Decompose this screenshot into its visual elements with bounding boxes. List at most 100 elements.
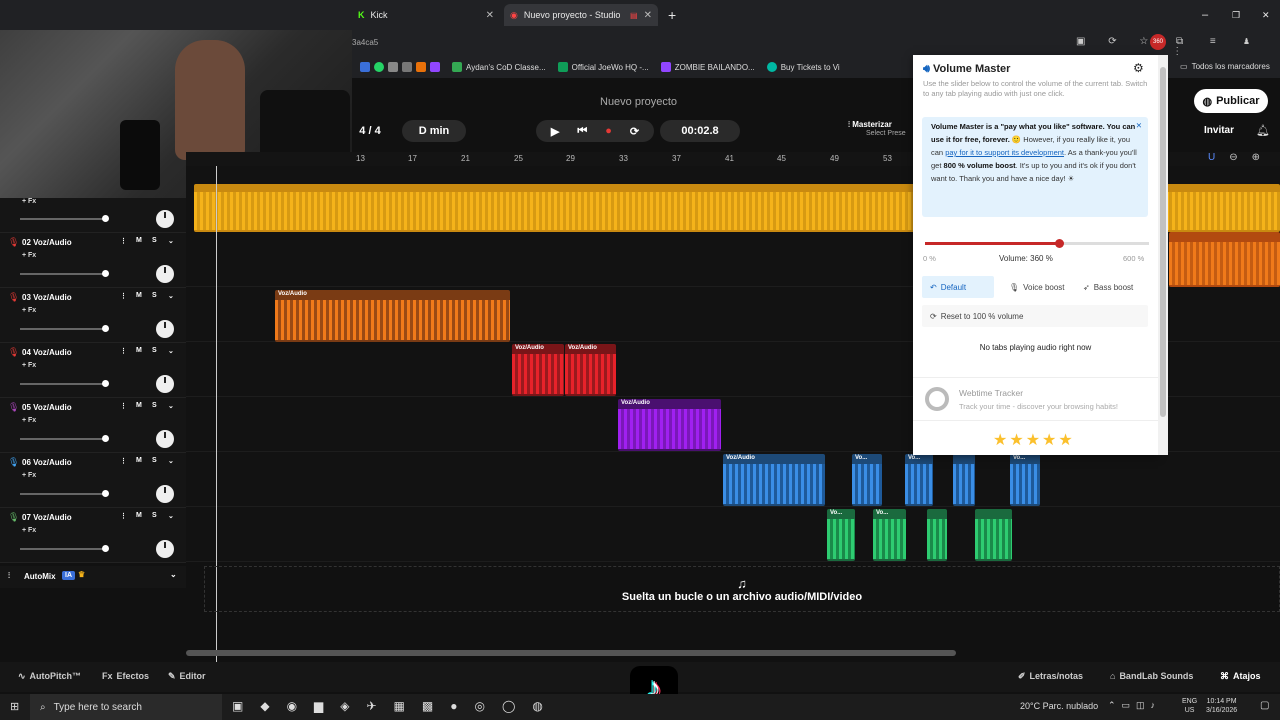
editor-button[interactable]: ✎ Editor (168, 671, 206, 682)
weather-widget[interactable]: 20°C Parc. nublado (1020, 701, 1098, 711)
lyrics-button[interactable]: ✐ Letras/notas (1018, 671, 1083, 682)
fx-button[interactable]: + Fx (22, 417, 36, 424)
clip-track-06c[interactable]: Vo... (905, 454, 933, 506)
track-header[interactable]: 🎙︎ 07 Voz/Audio ⋮ M S ⌄ + Fx (0, 508, 186, 563)
bell-icon[interactable]: 🔔︎ (1256, 124, 1270, 137)
windows-start-icon[interactable]: ⊞ (10, 700, 19, 713)
fx-button[interactable]: + Fx (22, 198, 36, 205)
bookmark-item[interactable]: Official JoeWo HQ -... (557, 62, 649, 72)
pan-knob[interactable] (156, 265, 174, 283)
chevron-down-icon[interactable]: ⌄ (168, 402, 174, 410)
clip-track-07a[interactable]: Vo... (827, 509, 855, 561)
tab-studio[interactable]: ◉ Nuevo proyecto - Studio ▤ ✕ (504, 4, 658, 26)
fx-button[interactable]: + Fx (22, 362, 36, 369)
volume-slider[interactable] (20, 435, 109, 442)
fx-button[interactable]: + Fx (22, 472, 36, 479)
mute-button[interactable]: M (136, 347, 142, 354)
close-icon[interactable]: ✕ (486, 10, 494, 21)
notification-icon[interactable]: ▢ (1260, 700, 1269, 711)
close-icon[interactable]: ✕ (644, 10, 652, 21)
track-01-header[interactable]: + Fx (0, 198, 186, 233)
bookmark-icons[interactable] (360, 62, 440, 72)
volume-master-extension-icon[interactable]: 360 (1150, 34, 1166, 50)
clip-track-06d[interactable] (953, 454, 975, 506)
clip-track-07c[interactable] (927, 509, 947, 561)
settings-gear-icon[interactable]: ⚙ (1133, 61, 1144, 75)
play-icon[interactable]: ▶ (551, 125, 559, 138)
more-icon[interactable]: ⋮ (120, 347, 127, 355)
drop-zone[interactable]: ♫ Suelta un bucle o un archivo audio/MID… (204, 566, 1280, 612)
chevron-down-icon[interactable]: ⌄ (170, 570, 177, 579)
promo-title[interactable]: Webtime Tracker (959, 388, 1023, 398)
more-icon[interactable]: ⋮ (120, 237, 127, 245)
clip-track-05[interactable]: Voz/Audio (618, 399, 721, 451)
shortcuts-button[interactable]: ⌘ Atajos (1220, 671, 1261, 682)
bookmarks-folder[interactable]: ▭ Todos los marcadores (1180, 62, 1270, 71)
loop-icon[interactable]: ⟳ (630, 125, 639, 138)
more-icon[interactable]: ⋮ (120, 292, 127, 300)
mute-button[interactable]: M (136, 402, 142, 409)
track-name[interactable]: 06 Voz/Audio (22, 458, 72, 467)
pan-knob[interactable] (156, 320, 174, 338)
track-name[interactable]: 05 Voz/Audio (22, 403, 72, 412)
mute-button[interactable]: M (136, 512, 142, 519)
zoom-icons[interactable]: U⊖⊕ (1208, 152, 1274, 163)
solo-button[interactable]: S (152, 347, 157, 354)
toolbar-icons[interactable]: ⧉ ≡ ♟ ⋮ (1176, 36, 1280, 58)
chevron-down-icon[interactable]: ⌄ (168, 347, 174, 355)
clock[interactable]: 10:14 PM 3/16/2026 (1206, 697, 1237, 715)
sounds-button[interactable]: ⌂ BandLab Sounds (1110, 671, 1193, 681)
record-icon[interactable]: ● (605, 125, 612, 137)
bass-boost-button[interactable]: ➶ Bass boost (1075, 276, 1141, 298)
volume-slider[interactable] (20, 325, 109, 332)
solo-button[interactable]: S (152, 512, 157, 519)
clip-track-04b[interactable]: Voz/Audio (565, 344, 616, 396)
taskbar-search[interactable]: ⌕ Type here to search (30, 694, 222, 720)
popup-scrollbar[interactable] (1158, 55, 1168, 455)
track-name[interactable]: 03 Voz/Audio (22, 293, 72, 302)
mute-button[interactable]: M (136, 292, 142, 299)
bookmark-item[interactable]: Buy Tickets to Vi (766, 62, 840, 72)
bookmark-item[interactable]: Aydan's CoD Classe... (452, 62, 546, 72)
clip-track-04a[interactable]: Voz/Audio (512, 344, 564, 396)
volume-slider[interactable] (925, 239, 1149, 248)
new-tab-button[interactable]: + (662, 4, 682, 26)
extension-icons[interactable]: ▣ ⟳ ☆ (1076, 36, 1158, 47)
skip-back-icon[interactable]: ⏮ (577, 125, 587, 138)
voice-boost-button[interactable]: 🎙︎ Voice boost (1001, 276, 1073, 298)
autopitch-button[interactable]: ∿ AutoPitch™ (18, 671, 81, 682)
volume-slider[interactable] (20, 270, 109, 277)
publish-button[interactable]: ◍ Publicar (1194, 89, 1268, 113)
mute-button[interactable]: M (136, 457, 142, 464)
track-header[interactable]: 🎙︎ 03 Voz/Audio ⋮ M S ⌄ + Fx (0, 288, 186, 343)
maximize-button[interactable]: ❐ (1226, 4, 1246, 26)
tab-kick[interactable]: K Kick ✕ (352, 4, 500, 26)
track-name[interactable]: 04 Voz/Audio (22, 348, 72, 357)
volume-slider[interactable] (20, 215, 109, 222)
clip-track-07d[interactable] (975, 509, 1012, 561)
clip-track-06e[interactable]: Vo... (1010, 454, 1040, 506)
track-name[interactable]: 07 Voz/Audio (22, 513, 72, 522)
invite-button[interactable]: Invitar (1204, 125, 1234, 136)
pan-knob[interactable] (156, 375, 174, 393)
mute-button[interactable]: M (136, 237, 142, 244)
fx-button[interactable]: + Fx (22, 252, 36, 259)
address-bar[interactable]: 3a4ca5 ▣ ⟳ ☆ 360 ⧉ ≡ ♟ ⋮ (352, 30, 1280, 58)
bookmark-item[interactable]: ZOMBIE BAILANDO... (660, 62, 755, 72)
pan-knob[interactable] (156, 540, 174, 558)
pan-knob[interactable] (156, 210, 174, 228)
lang-indicator[interactable]: ENG US (1182, 697, 1197, 715)
more-icon[interactable]: ⋮ (120, 512, 127, 520)
default-button[interactable]: ↶ Default (922, 276, 994, 298)
chevron-down-icon[interactable]: ⌄ (168, 457, 174, 465)
clip-orange-right[interactable] (1169, 232, 1280, 287)
chevron-down-icon[interactable]: ⌄ (168, 512, 174, 520)
track-header[interactable]: 🎙︎ 04 Voz/Audio ⋮ M S ⌄ + Fx (0, 343, 186, 398)
clip-track-06b[interactable]: Vo... (852, 454, 882, 506)
support-link[interactable]: pay for it to support its development (945, 148, 1064, 157)
track-header[interactable]: 🎙︎ 02 Voz/Audio ⋮ M S ⌄ + Fx (0, 233, 186, 288)
minimize-button[interactable]: – (1196, 4, 1214, 26)
key-selector[interactable]: D min (402, 120, 466, 142)
track-header[interactable]: 🎙︎ 06 Voz/Audio ⋮ M S ⌄ + Fx (0, 453, 186, 508)
pan-knob[interactable] (156, 485, 174, 503)
